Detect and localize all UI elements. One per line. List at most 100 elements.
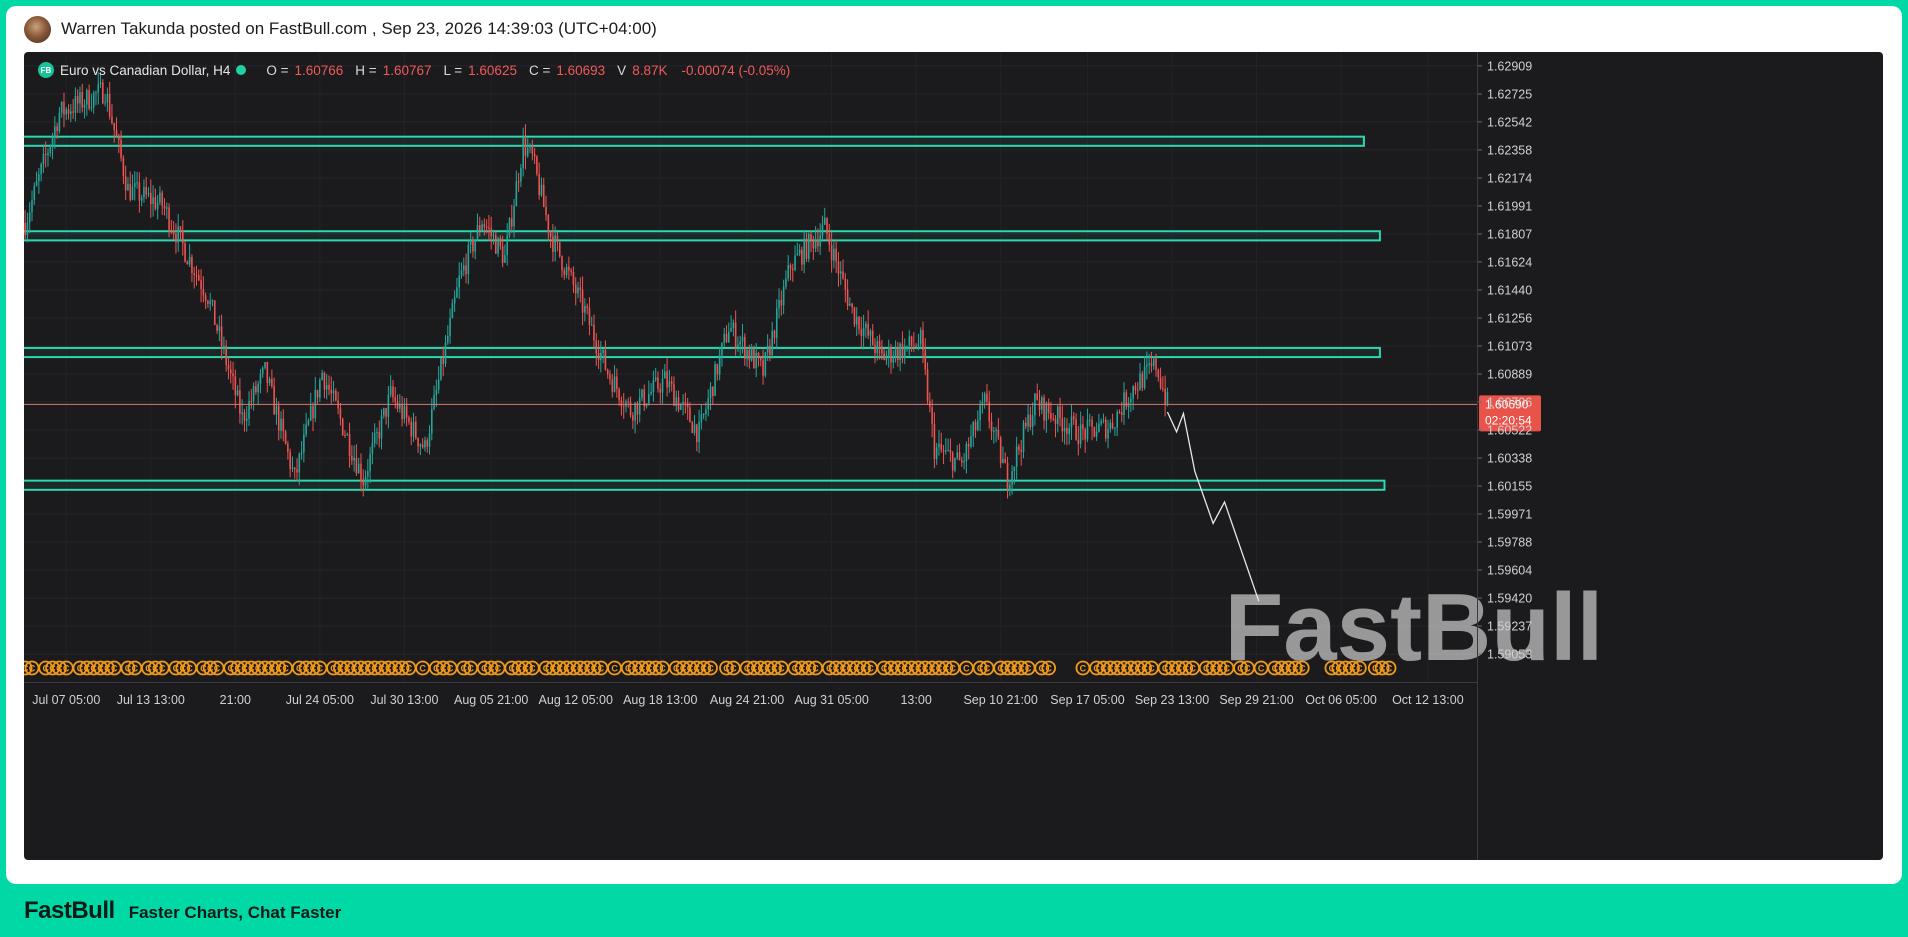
candle-body <box>1054 418 1057 424</box>
candle-body <box>357 463 360 474</box>
event-icon-label: C <box>467 664 474 674</box>
candle-body <box>97 84 100 93</box>
candle-body <box>549 232 552 237</box>
candle-body <box>563 270 566 275</box>
candle-body <box>138 182 141 201</box>
candle-body <box>1061 418 1064 432</box>
candle-body <box>810 234 812 240</box>
candle-body <box>899 343 901 360</box>
candle-body <box>1111 422 1114 429</box>
candle-body <box>970 436 972 447</box>
candle-body <box>129 184 132 200</box>
candle-body <box>759 358 762 361</box>
candle-body <box>467 244 470 275</box>
chart-panel[interactable]: FastBull CCCCCCCCCCCCCCCCCCCCCCCCCCCCCCC… <box>24 52 1883 860</box>
candle-body <box>412 421 415 437</box>
candle-body <box>490 228 492 236</box>
candle-body <box>680 404 682 410</box>
candle-body <box>977 420 979 431</box>
x-tick-label: Sep 10 21:00 <box>963 693 1037 707</box>
candle-body <box>362 481 365 486</box>
event-icon-label: C <box>730 664 737 674</box>
candle-body <box>629 401 632 416</box>
candle-body <box>154 197 157 209</box>
candle-body <box>803 238 805 265</box>
candle-body <box>922 330 924 351</box>
candle-body <box>1013 466 1016 472</box>
candle-body <box>410 421 413 437</box>
y-tick-label: 1.60155 <box>1487 479 1532 493</box>
event-icon-label: C <box>963 664 970 674</box>
x-tick-label: Jul 07 05:00 <box>32 693 100 707</box>
candle-body <box>903 345 906 358</box>
candle-body <box>108 94 111 117</box>
projection-path[interactable] <box>1166 411 1260 602</box>
candle-body <box>341 418 344 435</box>
candle-body <box>24 222 26 236</box>
candle-body <box>641 389 643 398</box>
support-resistance-zone[interactable] <box>24 346 1381 359</box>
candle-body <box>855 316 858 325</box>
candle-body <box>791 268 794 270</box>
candle-body <box>622 406 625 408</box>
candle-body <box>1139 373 1141 391</box>
y-tick-label: 1.60338 <box>1487 452 1532 466</box>
candle-body <box>796 253 799 256</box>
y-tick-label: 1.62542 <box>1487 115 1532 129</box>
candle-body <box>574 284 577 294</box>
candle-body <box>1098 423 1100 432</box>
support-resistance-zone[interactable] <box>24 230 1381 242</box>
y-tick-label: 1.61991 <box>1487 199 1532 213</box>
candle-body <box>296 469 298 473</box>
candle-body <box>1043 397 1045 421</box>
candle-body <box>684 401 687 404</box>
candle-body <box>520 167 522 182</box>
candle-body <box>465 265 467 275</box>
candle-body <box>494 235 497 254</box>
x-tick-label: Sep 17 05:00 <box>1050 693 1124 707</box>
candle-body <box>755 353 758 369</box>
candle-body <box>284 431 287 444</box>
candle-body <box>830 245 833 261</box>
x-tick-label: Jul 30 13:00 <box>370 693 438 707</box>
symbol-name[interactable]: Euro vs Canadian Dollar, H4 <box>60 63 230 78</box>
candle-body <box>1159 377 1162 389</box>
candle-body <box>1006 462 1009 491</box>
candle-body <box>287 443 289 452</box>
candle-body <box>1155 358 1157 370</box>
event-icon-label: C <box>1189 664 1196 674</box>
candle-body <box>369 453 371 472</box>
candle-body <box>531 145 534 154</box>
candle-body <box>908 336 911 346</box>
candle-body <box>613 376 616 392</box>
support-resistance-zone[interactable] <box>24 135 1365 147</box>
candle-body <box>243 412 246 421</box>
candle-body <box>773 330 776 338</box>
support-resistance-zone[interactable] <box>24 479 1386 491</box>
footer-logo[interactable]: FastBull <box>24 897 115 925</box>
candle-body <box>175 233 177 243</box>
candle-body <box>65 109 68 115</box>
candle-body <box>648 393 650 404</box>
candle-body <box>652 379 655 392</box>
candle-body <box>1020 449 1023 453</box>
candle-body <box>159 192 161 203</box>
candle-body <box>853 307 856 325</box>
candle-body <box>581 289 584 313</box>
candle-body <box>593 324 595 341</box>
candle-body <box>220 326 223 347</box>
candle-body <box>383 408 385 416</box>
candle-body <box>616 376 618 389</box>
candle-body <box>371 443 374 454</box>
candle-body <box>1148 363 1150 365</box>
candle-body <box>76 96 79 104</box>
candle-body <box>38 174 40 182</box>
price-chart[interactable]: FastBull CCCCCCCCCCCCCCCCCCCCCCCCCCCCCCC… <box>24 52 1883 860</box>
avatar[interactable] <box>24 15 51 43</box>
candle-body <box>396 401 399 409</box>
x-tick-label: Aug 18 13:00 <box>623 693 697 707</box>
candle-body <box>577 287 579 294</box>
candle-body <box>887 347 890 356</box>
candle-body <box>817 239 819 247</box>
candle-body <box>421 444 424 448</box>
